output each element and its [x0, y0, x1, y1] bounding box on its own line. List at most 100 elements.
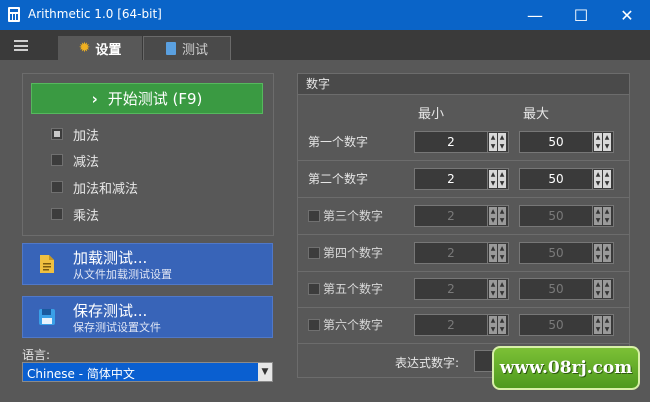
calculator-app-icon: [8, 7, 20, 22]
load-test-title: 加载测试...: [73, 249, 148, 267]
min-stepper: 2 ▲ ▲ ▼ ▼: [414, 242, 509, 264]
enable-checkbox[interactable]: [308, 282, 320, 295]
max-stepper[interactable]: 50 ▲ ▲ ▼ ▼: [519, 131, 614, 153]
number-row-4: 第四个数字 2 ▲ ▲ ▼ ▼ 50 ▲ ▲ ▼ ▼: [297, 235, 630, 272]
min-column-header: 最小: [418, 107, 445, 122]
tab-test-label: 测试: [181, 43, 208, 58]
save-test-title: 保存测试...: [73, 302, 148, 320]
max-stepper: 50 ▲ ▲ ▼ ▼: [519, 242, 614, 264]
close-button[interactable]: ✕: [604, 0, 650, 30]
spin-arrows-icon[interactable]: ▲ ▲ ▼ ▼: [592, 132, 613, 152]
number-row-1: 第一个数字 2 ▲ ▲ ▼ ▼ 50 ▲ ▲ ▼ ▼: [297, 124, 630, 161]
tab-settings[interactable]: ✹ 设置: [58, 36, 142, 60]
chevron-down-icon[interactable]: ▼: [258, 363, 272, 381]
spin-arrows-icon: ▲ ▲ ▼ ▼: [487, 315, 508, 335]
spin-arrows-icon[interactable]: ▲ ▲ ▼ ▼: [487, 169, 508, 189]
min-stepper: 2 ▲ ▲ ▼ ▼: [414, 314, 509, 336]
subtraction-checkbox[interactable]: [51, 154, 63, 166]
language-select[interactable]: Chinese - 简体中文 ▼: [22, 362, 273, 382]
number-row-2: 第二个数字 2 ▲ ▲ ▼ ▼ 50 ▲ ▲ ▼ ▼: [297, 161, 630, 198]
operation-add-sub[interactable]: 加法和减法: [51, 178, 139, 197]
expression-count-label: 表达式数字:: [395, 356, 460, 370]
add-sub-checkbox[interactable]: [51, 181, 63, 193]
number-row-5: 第五个数字 2 ▲ ▲ ▼ ▼ 50 ▲ ▲ ▼ ▼: [297, 271, 630, 308]
multiplication-checkbox[interactable]: [51, 208, 63, 220]
number-row-label: 第一个数字: [308, 135, 369, 149]
max-stepper[interactable]: 50 ▲ ▲ ▼ ▼: [519, 168, 614, 190]
min-value: 2: [447, 209, 455, 223]
window-title: Arithmetic 1.0 [64-bit]: [28, 7, 162, 21]
min-value[interactable]: 2: [415, 172, 487, 186]
spin-arrows-icon: ▲ ▲ ▼ ▼: [487, 279, 508, 299]
number-row-label[interactable]: 第六个数字: [308, 316, 383, 333]
maximize-button[interactable]: ☐: [558, 0, 604, 30]
spin-arrows-icon: ▲ ▲ ▼ ▼: [487, 206, 508, 226]
max-stepper: 50 ▲ ▲ ▼ ▼: [519, 205, 614, 227]
addition-checkbox[interactable]: [51, 128, 63, 140]
operation-multiplication[interactable]: 乘法: [51, 205, 100, 224]
spin-arrows-icon: ▲ ▲ ▼ ▼: [592, 206, 613, 226]
spin-arrows-icon: ▲ ▲ ▼ ▼: [592, 279, 613, 299]
gear-icon: ✹: [78, 40, 91, 56]
min-value[interactable]: 2: [415, 135, 487, 149]
max-stepper: 50 ▲ ▲ ▼ ▼: [519, 278, 614, 300]
number-row-label[interactable]: 第五个数字: [308, 280, 383, 297]
operation-addition[interactable]: 加法: [51, 125, 100, 144]
language-value: Chinese - 简体中文: [27, 367, 135, 381]
expression-count-stepper[interactable]: [474, 350, 494, 372]
max-value[interactable]: 50: [520, 135, 592, 149]
load-test-button[interactable]: 加载测试... 从文件加载测试设置: [22, 243, 273, 285]
max-value: 50: [548, 282, 564, 296]
menu-icon[interactable]: [14, 40, 28, 51]
load-test-subtitle: 从文件加载测试设置: [73, 268, 172, 281]
max-value: 50: [548, 318, 564, 332]
title-bar: Arithmetic 1.0 [64-bit] — ☐ ✕: [0, 0, 650, 30]
min-stepper[interactable]: 2 ▲ ▲ ▼ ▼: [414, 168, 509, 190]
numbers-header: 数字: [297, 73, 630, 95]
row-label-text: 第五个数字: [323, 282, 384, 296]
multiplication-label: 乘法: [73, 208, 100, 224]
max-stepper: 50 ▲ ▲ ▼ ▼: [519, 314, 614, 336]
operation-subtraction[interactable]: 减法: [51, 151, 100, 170]
enable-checkbox[interactable]: [308, 209, 320, 222]
row-label-text: 第三个数字: [323, 209, 384, 223]
calculator-icon: [165, 42, 176, 55]
minimize-button[interactable]: —: [512, 0, 558, 30]
spin-arrows-icon: ▲ ▲ ▼ ▼: [487, 243, 508, 263]
enable-checkbox[interactable]: [308, 246, 320, 259]
save-test-subtitle: 保存测试设置文件: [73, 321, 161, 334]
spin-arrows-icon[interactable]: ▲ ▲ ▼ ▼: [592, 169, 613, 189]
spin-arrows-icon[interactable]: ▲ ▲ ▼ ▼: [487, 132, 508, 152]
addition-label: 加法: [73, 128, 100, 144]
max-value: 50: [548, 246, 564, 260]
tab-settings-label: 设置: [95, 42, 122, 58]
number-row-label: 第二个数字: [308, 172, 369, 186]
min-value: 2: [447, 282, 455, 296]
min-stepper: 2 ▲ ▲ ▼ ▼: [414, 205, 509, 227]
save-test-button[interactable]: 保存测试... 保存测试设置文件: [22, 296, 273, 338]
add-sub-label: 加法和减法: [73, 181, 139, 197]
language-label: 语言:: [22, 348, 51, 362]
max-value: 50: [548, 209, 564, 223]
document-icon: [36, 253, 58, 275]
chevron-right-icon: ›: [91, 89, 98, 108]
row-label-text: 第六个数字: [323, 318, 384, 332]
max-column-header: 最大: [523, 107, 550, 122]
subtraction-label: 减法: [73, 154, 100, 170]
start-test-label: 开始测试 (F9): [107, 90, 203, 108]
tab-bar: ✹ 设置 测试: [0, 30, 650, 60]
number-row-3: 第三个数字 2 ▲ ▲ ▼ ▼ 50 ▲ ▲ ▼ ▼: [297, 198, 630, 235]
start-test-button[interactable]: › 开始测试 (F9): [31, 83, 263, 114]
min-value: 2: [447, 318, 455, 332]
row-label-text: 第四个数字: [323, 246, 384, 260]
watermark-logo: www.08rj.com: [492, 346, 640, 390]
min-value: 2: [447, 246, 455, 260]
spin-arrows-icon: ▲ ▲ ▼ ▼: [592, 315, 613, 335]
number-row-label[interactable]: 第四个数字: [308, 244, 383, 261]
max-value[interactable]: 50: [520, 172, 592, 186]
number-row-label[interactable]: 第三个数字: [308, 207, 383, 224]
tab-test[interactable]: 测试: [143, 36, 231, 60]
floppy-disk-icon: [36, 306, 58, 328]
enable-checkbox[interactable]: [308, 318, 320, 331]
min-stepper[interactable]: 2 ▲ ▲ ▼ ▼: [414, 131, 509, 153]
